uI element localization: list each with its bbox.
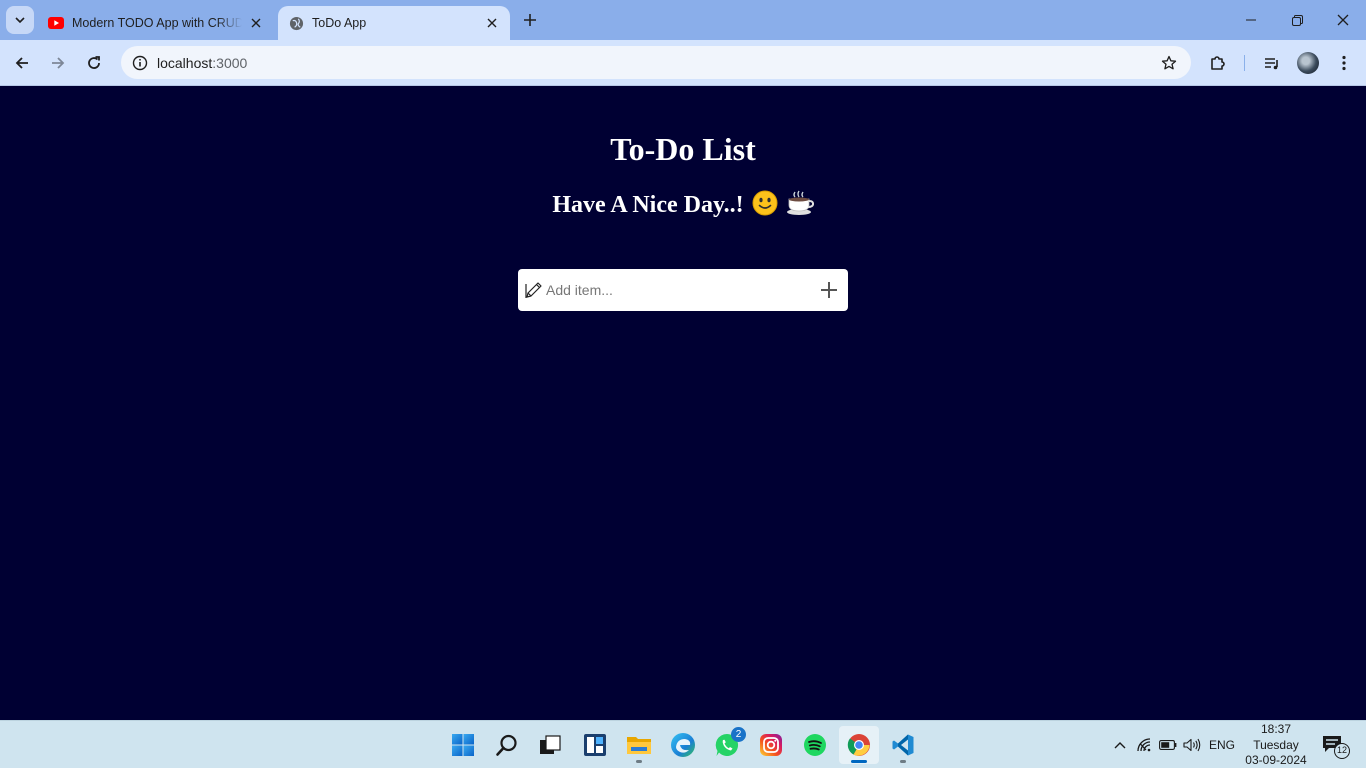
- edge-button[interactable]: [663, 726, 703, 764]
- start-button[interactable]: [443, 726, 483, 764]
- wifi-icon: [1137, 738, 1151, 752]
- volume-control[interactable]: [1182, 735, 1202, 755]
- menu-button[interactable]: [1330, 49, 1358, 77]
- toolbar-separator: [1244, 55, 1245, 71]
- widgets-icon: [584, 734, 606, 756]
- chrome-button[interactable]: [839, 726, 879, 764]
- add-item-form: [518, 269, 848, 311]
- input-language[interactable]: ENG: [1209, 738, 1235, 752]
- vscode-icon: [892, 734, 914, 756]
- extensions-button[interactable]: [1204, 49, 1232, 77]
- edge-icon: [671, 733, 695, 757]
- url-host: localhost: [157, 55, 213, 71]
- taskbar-search-button[interactable]: [487, 726, 527, 764]
- arrow-left-icon: [15, 57, 28, 69]
- close-tab-icon[interactable]: [246, 13, 266, 33]
- vscode-button[interactable]: [883, 726, 923, 764]
- media-queue-icon: [1265, 58, 1278, 70]
- task-view-icon: [540, 735, 561, 754]
- network-status[interactable]: [1135, 735, 1155, 755]
- plus-icon: [524, 14, 536, 26]
- spotify-icon: [804, 734, 826, 756]
- minimize-icon: [1246, 19, 1256, 21]
- address-bar[interactable]: localhost:3000: [121, 46, 1191, 79]
- chevron-down-icon: [15, 17, 25, 24]
- close-tab-icon[interactable]: [482, 13, 502, 33]
- greeting-text: Have A Nice Day..!: [552, 192, 744, 218]
- globe-icon: [288, 15, 304, 31]
- close-icon: [1337, 14, 1349, 26]
- pencil-icon: [525, 282, 542, 298]
- media-control-button[interactable]: [1258, 49, 1286, 77]
- running-indicator: [851, 760, 867, 763]
- url-port: :3000: [212, 55, 248, 71]
- running-indicator: [900, 760, 906, 763]
- todo-app-page: To-Do List Have A Nice Day..!: [0, 87, 1366, 720]
- spotify-button[interactable]: [795, 726, 835, 764]
- tab-search-button[interactable]: [6, 6, 34, 34]
- speaker-icon: [1183, 738, 1201, 752]
- minimize-button[interactable]: [1228, 0, 1274, 40]
- folder-icon: [627, 737, 651, 754]
- address-url: localhost:3000: [157, 55, 247, 71]
- widgets-button[interactable]: [575, 726, 615, 764]
- chevron-up-icon: [1114, 742, 1126, 749]
- notification-count-badge: 12: [1334, 743, 1350, 759]
- close-window-button[interactable]: [1320, 0, 1366, 40]
- new-tab-button[interactable]: [518, 8, 542, 32]
- page-title: To-Do List: [610, 131, 756, 167]
- back-button[interactable]: [8, 49, 36, 77]
- instagram-button[interactable]: [751, 726, 791, 764]
- clock-time: 18:37: [1260, 722, 1292, 736]
- task-view-button[interactable]: [530, 726, 570, 764]
- coffee-emoji-icon: [786, 190, 814, 223]
- chrome-icon: [847, 734, 870, 756]
- clock-date: 03-09-2024: [1245, 753, 1307, 767]
- show-hidden-icons-button[interactable]: [1110, 735, 1130, 755]
- puzzle-icon: [1211, 56, 1225, 70]
- kebab-menu-icon: [1342, 55, 1346, 71]
- instagram-icon: [760, 734, 782, 756]
- reload-icon: [88, 56, 100, 69]
- browser-toolbar: localhost:3000: [0, 40, 1366, 86]
- battery-status[interactable]: [1158, 735, 1178, 755]
- whatsapp-badge: 2: [731, 727, 746, 742]
- add-item-input[interactable]: [546, 279, 806, 301]
- whatsapp-button[interactable]: 2: [707, 726, 747, 764]
- site-info-icon[interactable]: [128, 51, 152, 75]
- windows-taskbar: 2 ENG 18:37 Tuesday 03-09-2024 12: [0, 720, 1366, 768]
- battery-icon: [1159, 740, 1177, 750]
- clock-day: Tuesday: [1253, 737, 1299, 752]
- arrow-right-icon: [52, 57, 65, 69]
- notification-center-button[interactable]: 12: [1322, 733, 1350, 759]
- forward-button[interactable]: [44, 49, 72, 77]
- greeting-heading: Have A Nice Day..!: [0, 190, 1366, 223]
- youtube-icon: [48, 15, 64, 31]
- plus-icon: [821, 282, 837, 298]
- system-clock[interactable]: 18:37 Tuesday 03-09-2024: [1240, 721, 1312, 768]
- bookmark-star-icon[interactable]: [1157, 51, 1181, 75]
- smiley-emoji-icon: [752, 190, 778, 223]
- tab-title: ToDo App: [312, 16, 367, 30]
- search-icon: [496, 734, 517, 756]
- windows-start-icon: [452, 734, 474, 756]
- reload-button[interactable]: [80, 49, 108, 77]
- browser-tab-youtube[interactable]: Modern TODO App with CRUD: [38, 6, 274, 40]
- browser-tab-todo[interactable]: ToDo App: [278, 6, 510, 40]
- restore-button[interactable]: [1274, 0, 1320, 40]
- add-item-button[interactable]: [818, 279, 840, 301]
- restore-icon: [1291, 14, 1303, 26]
- file-explorer-button[interactable]: [619, 726, 659, 764]
- profile-avatar[interactable]: [1297, 52, 1319, 74]
- browser-tabstrip: Modern TODO App with CRUD ToDo App: [0, 0, 1366, 40]
- tab-title: Modern TODO App with CRUD: [72, 16, 242, 30]
- running-indicator: [636, 760, 642, 763]
